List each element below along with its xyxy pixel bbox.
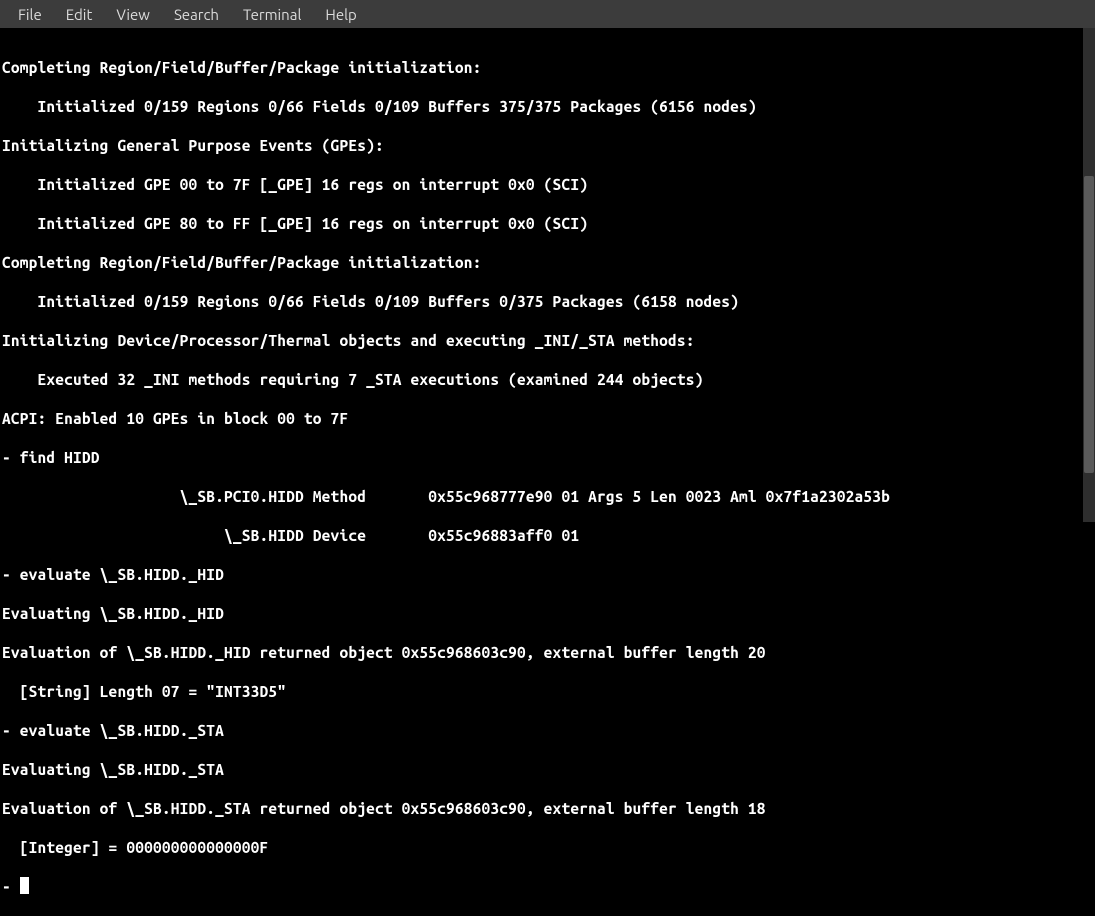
scrollbar[interactable] (1083, 28, 1095, 522)
menu-edit[interactable]: Edit (54, 2, 105, 27)
terminal-line: Initialized 0/159 Regions 0/66 Fields 0/… (0, 97, 1095, 117)
terminal-output[interactable]: Completing Region/Field/Buffer/Package i… (0, 28, 1095, 522)
terminal-line: [Integer] = 000000000000000F (0, 838, 1095, 858)
menu-terminal[interactable]: Terminal (231, 2, 313, 27)
terminal-line: Initializing General Purpose Events (GPE… (0, 136, 1095, 156)
menu-help[interactable]: Help (313, 2, 368, 27)
terminal-line: - evaluate \_SB.HIDD._HID (0, 565, 1095, 585)
terminal-line: Completing Region/Field/Buffer/Package i… (0, 58, 1095, 78)
menu-view[interactable]: View (104, 2, 162, 27)
terminal-line: Initialized 0/159 Regions 0/66 Fields 0/… (0, 292, 1095, 312)
terminal-line: \_SB.PCI0.HIDD Method 0x55c968777e90 01 … (0, 487, 1095, 507)
terminal-line: Initialized GPE 80 to FF [_GPE] 16 regs … (0, 214, 1095, 234)
terminal-line: Evaluation of \_SB.HIDD._STA returned ob… (0, 799, 1095, 819)
terminal-line: Evaluating \_SB.HIDD._HID (0, 604, 1095, 624)
terminal-prompt: - (2, 878, 20, 895)
terminal-line: Initialized GPE 00 to 7F [_GPE] 16 regs … (0, 175, 1095, 195)
terminal-line: Evaluation of \_SB.HIDD._HID returned ob… (0, 643, 1095, 663)
terminal-line: Initializing Device/Processor/Thermal ob… (0, 331, 1095, 351)
terminal-line: Executed 32 _INI methods requiring 7 _ST… (0, 370, 1095, 390)
terminal-line: - evaluate \_SB.HIDD._STA (0, 721, 1095, 741)
scrollbar-thumb[interactable] (1084, 176, 1094, 472)
terminal-line: ACPI: Enabled 10 GPEs in block 00 to 7F (0, 409, 1095, 429)
terminal-prompt-line: - (0, 877, 1095, 897)
terminal-line: \_SB.HIDD Device 0x55c96883aff0 01 (0, 526, 1095, 546)
menu-file[interactable]: File (6, 2, 54, 27)
terminal-line: Completing Region/Field/Buffer/Package i… (0, 253, 1095, 273)
terminal-line: Evaluating \_SB.HIDD._STA (0, 760, 1095, 780)
cursor (20, 877, 29, 894)
menu-search[interactable]: Search (162, 2, 231, 27)
terminal-line: [String] Length 07 = "INT33D5" (0, 682, 1095, 702)
terminal-line: - find HIDD (0, 448, 1095, 468)
menubar: File Edit View Search Terminal Help (0, 0, 1095, 28)
